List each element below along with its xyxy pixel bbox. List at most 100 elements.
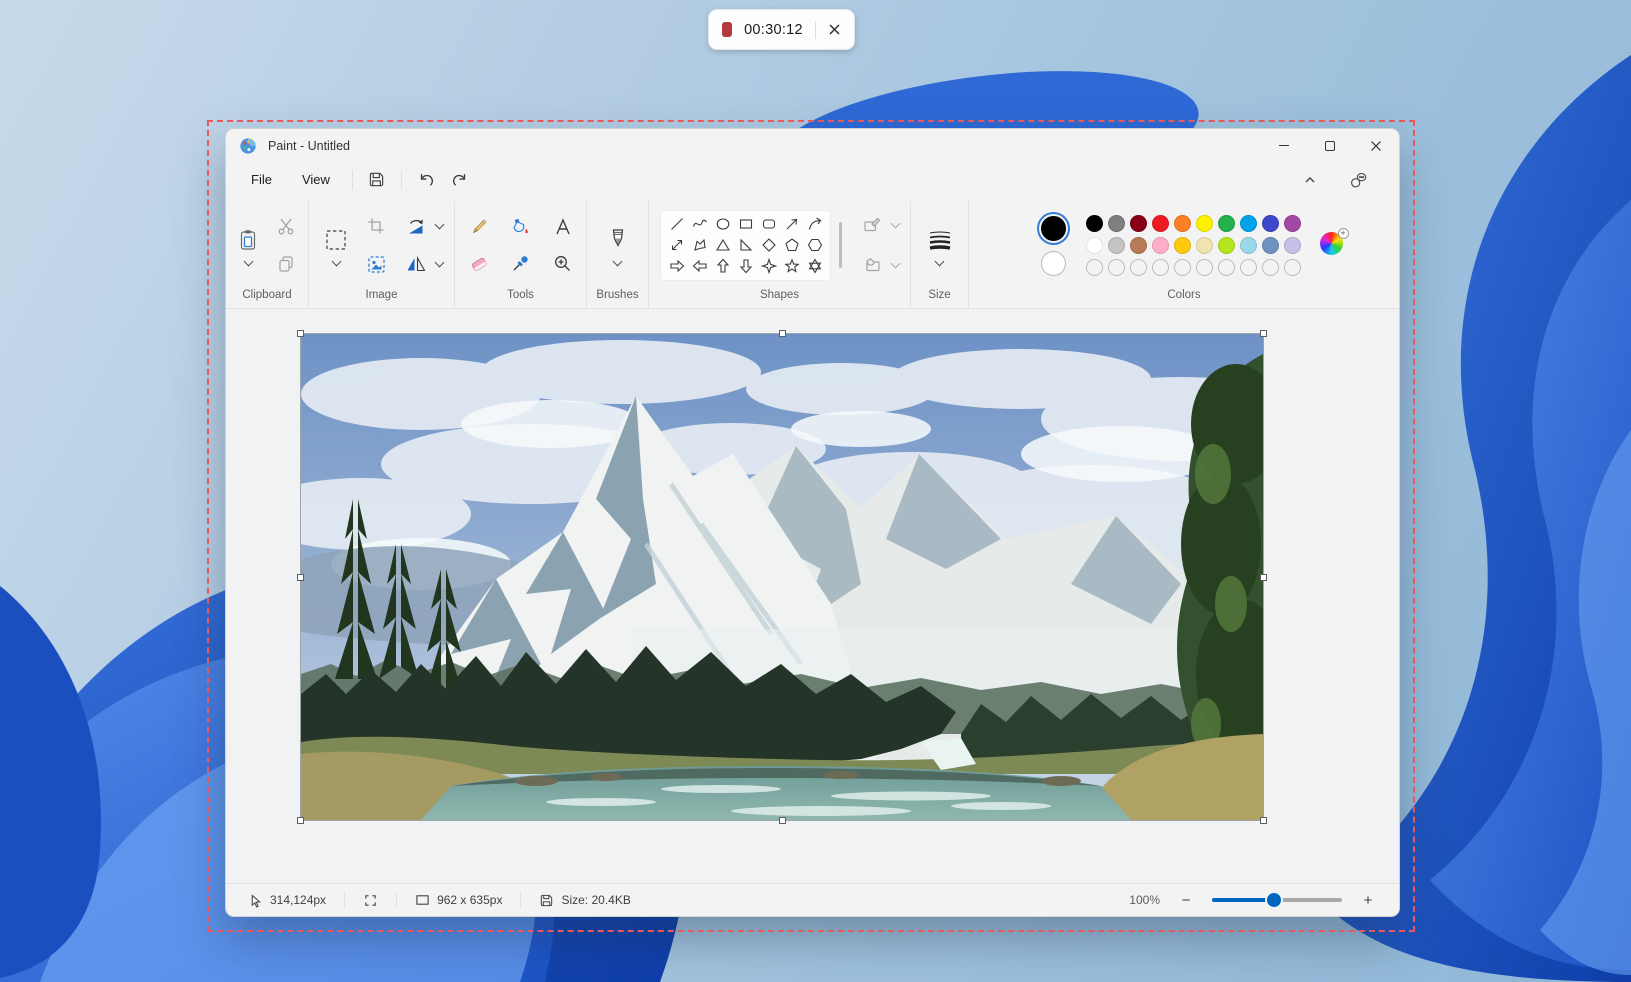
- shape-outline-button[interactable]: [856, 210, 888, 240]
- selection-handle-middle-left[interactable]: [297, 574, 304, 581]
- palette-color-swatch[interactable]: [1218, 237, 1235, 254]
- selection-handle-bottom-left[interactable]: [297, 817, 304, 824]
- shape-outline-chevron-icon[interactable]: [891, 219, 901, 229]
- resize-button[interactable]: [360, 249, 392, 279]
- shape-four-point-star[interactable]: [757, 256, 780, 277]
- shape-oval[interactable]: [711, 214, 734, 235]
- stop-recording-button[interactable]: [722, 22, 732, 37]
- minimize-button[interactable]: [1261, 129, 1307, 162]
- palette-color-swatch[interactable]: [1240, 237, 1257, 254]
- canvas[interactable]: [301, 334, 1263, 820]
- foreground-color-swatch[interactable]: [1039, 214, 1068, 243]
- undo-button[interactable]: [409, 166, 443, 193]
- palette-color-swatch[interactable]: [1108, 215, 1125, 232]
- shape-fill-chevron-icon[interactable]: [891, 259, 901, 269]
- pencil-button[interactable]: [463, 212, 495, 242]
- background-color-swatch[interactable]: [1041, 251, 1066, 276]
- selection-handle-top-left[interactable]: [297, 330, 304, 337]
- zoom-in-button[interactable]: +: [1357, 889, 1379, 911]
- shape-pentagon[interactable]: [780, 235, 803, 256]
- palette-color-swatch[interactable]: [1262, 215, 1279, 232]
- palette-empty-slot[interactable]: [1262, 259, 1279, 276]
- palette-empty-slot[interactable]: [1174, 259, 1191, 276]
- brushes-button[interactable]: [602, 225, 634, 255]
- palette-color-swatch[interactable]: [1086, 215, 1103, 232]
- select-dropdown-chevron-icon[interactable]: [331, 257, 341, 267]
- rotate-button[interactable]: [400, 211, 432, 241]
- text-tool-button[interactable]: [547, 212, 579, 242]
- size-dropdown-chevron-icon[interactable]: [935, 257, 945, 267]
- shape-left-arrow[interactable]: [688, 256, 711, 277]
- palette-empty-slot[interactable]: [1130, 259, 1147, 276]
- palette-color-swatch[interactable]: [1086, 237, 1103, 254]
- color-picker-button[interactable]: [505, 248, 537, 278]
- fill-button[interactable]: [505, 212, 537, 242]
- menu-file[interactable]: File: [236, 166, 287, 193]
- zoom-out-button[interactable]: −: [1175, 889, 1197, 911]
- selection-handle-top-right[interactable]: [1260, 330, 1267, 337]
- shape-triangle[interactable]: [711, 235, 734, 256]
- palette-color-swatch[interactable]: [1152, 237, 1169, 254]
- zoom-slider[interactable]: [1212, 893, 1342, 907]
- cut-button[interactable]: [270, 211, 302, 241]
- palette-color-swatch[interactable]: [1174, 237, 1191, 254]
- palette-empty-slot[interactable]: [1218, 259, 1235, 276]
- shape-diamond[interactable]: [757, 235, 780, 256]
- flip-button[interactable]: [400, 249, 432, 279]
- maximize-button[interactable]: [1307, 129, 1353, 162]
- selection-handle-top-middle[interactable]: [779, 330, 786, 337]
- palette-color-swatch[interactable]: [1218, 215, 1235, 232]
- shape-curve[interactable]: [688, 214, 711, 235]
- shape-fill-button[interactable]: [856, 250, 888, 280]
- select-button[interactable]: [320, 225, 352, 255]
- save-button[interactable]: [360, 166, 394, 193]
- shape-five-point-star[interactable]: [780, 256, 803, 277]
- paste-button[interactable]: [232, 225, 264, 255]
- palette-color-swatch[interactable]: [1284, 215, 1301, 232]
- palette-empty-slot[interactable]: [1196, 259, 1213, 276]
- shape-curved-arrow[interactable]: [803, 214, 826, 235]
- paste-dropdown-chevron-icon[interactable]: [243, 257, 253, 267]
- copy-button[interactable]: [270, 249, 302, 279]
- shape-hexagon[interactable]: [803, 235, 826, 256]
- selection-handle-bottom-right[interactable]: [1260, 817, 1267, 824]
- shape-arrow-north-east[interactable]: [780, 214, 803, 235]
- rotate-dropdown-chevron-icon[interactable]: [435, 220, 445, 230]
- shape-down-arrow[interactable]: [734, 256, 757, 277]
- selection-handle-bottom-middle[interactable]: [779, 817, 786, 824]
- shape-line[interactable]: [665, 214, 688, 235]
- flip-dropdown-chevron-icon[interactable]: [435, 258, 445, 268]
- zoom-slider-thumb[interactable]: [1267, 893, 1281, 907]
- palette-color-swatch[interactable]: [1240, 215, 1257, 232]
- shape-polygon[interactable]: [688, 235, 711, 256]
- size-button[interactable]: [924, 225, 956, 255]
- palette-empty-slot[interactable]: [1086, 259, 1103, 276]
- close-button[interactable]: [1353, 129, 1399, 162]
- magnifier-button[interactable]: [547, 248, 579, 278]
- palette-color-swatch[interactable]: [1108, 237, 1125, 254]
- canvas-scroll-area[interactable]: [226, 309, 1399, 883]
- palette-color-swatch[interactable]: [1196, 215, 1213, 232]
- brushes-dropdown-chevron-icon[interactable]: [613, 257, 623, 267]
- palette-empty-slot[interactable]: [1284, 259, 1301, 276]
- shapes-scrollbar[interactable]: [839, 222, 842, 268]
- ribbon-collapse-button[interactable]: [1293, 166, 1327, 193]
- palette-color-swatch[interactable]: [1284, 237, 1301, 254]
- palette-color-swatch[interactable]: [1130, 237, 1147, 254]
- palette-empty-slot[interactable]: [1108, 259, 1125, 276]
- edit-colors-button[interactable]: +: [1320, 232, 1346, 258]
- shape-rounded-rectangle[interactable]: [757, 214, 780, 235]
- copilot-button[interactable]: [1341, 166, 1375, 193]
- palette-color-swatch[interactable]: [1130, 215, 1147, 232]
- palette-color-swatch[interactable]: [1196, 237, 1213, 254]
- crop-button[interactable]: [360, 211, 392, 241]
- palette-color-swatch[interactable]: [1174, 215, 1191, 232]
- eraser-button[interactable]: [463, 248, 495, 278]
- selection-handle-middle-right[interactable]: [1260, 574, 1267, 581]
- shape-right-arrow[interactable]: [665, 256, 688, 277]
- redo-button[interactable]: [443, 166, 477, 193]
- shape-rectangle[interactable]: [734, 214, 757, 235]
- shape-right-triangle[interactable]: [734, 235, 757, 256]
- palette-color-swatch[interactable]: [1262, 237, 1279, 254]
- menu-view[interactable]: View: [287, 166, 345, 193]
